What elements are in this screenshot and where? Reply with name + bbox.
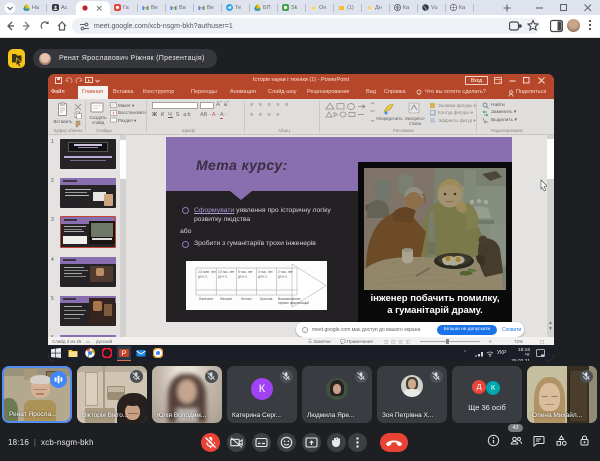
svg-text:Мезолит: Мезолит [220,297,233,301]
svg-text:5 тыс. лет: 5 тыс. лет [238,270,253,274]
svg-text:до н.э.: до н.э. [278,275,288,279]
svg-text:Бронзов.: Бронзов. [260,297,273,301]
svg-text:2,5 млн. лет: 2,5 млн. лет [198,270,216,274]
svg-text:до н.э.: до н.э. [198,275,208,279]
svg-text:Палеолит: Палеолит [199,297,214,301]
svg-text:до н.э.: до н.э. [238,275,248,279]
svg-text:3 тыс. лет: 3 тыс. лет [258,270,273,274]
svg-text:до н.э.: до н.э. [258,275,268,279]
svg-text:до н.э.: до н.э. [218,275,228,279]
svg-text:первых цивилизаций: первых цивилизаций [278,301,309,305]
svg-text:Неолит: Неолит [241,297,252,301]
svg-text:P: P [122,351,127,358]
svg-text:10 тыс. лет: 10 тыс. лет [218,270,235,274]
svg-text:2 тыс. лет: 2 тыс. лет [278,270,293,274]
